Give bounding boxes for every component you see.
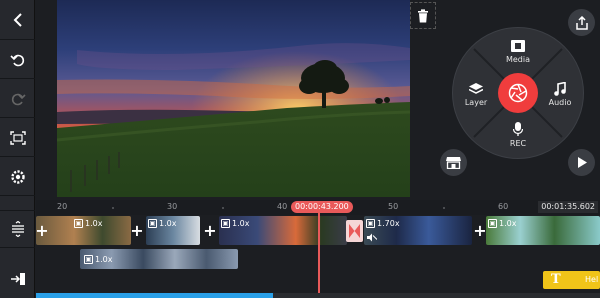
- clip-type-icon: ▣: [488, 218, 497, 228]
- add-transition-button[interactable]: +: [203, 223, 217, 239]
- back-button[interactable]: [0, 0, 35, 40]
- audio-button[interactable]: Audio: [540, 80, 580, 110]
- rec-button[interactable]: REC: [498, 121, 538, 151]
- clip-speed: 1.0x: [499, 218, 517, 228]
- clip-speed: 1.70x: [377, 218, 400, 228]
- clip-speed: 1.0x: [85, 218, 103, 228]
- settings-button[interactable]: [0, 158, 35, 196]
- mute-icon: [367, 233, 377, 242]
- clip-speed: 1.0x: [232, 218, 250, 228]
- clip-speed-badge: ▣ 1.0x: [148, 218, 176, 228]
- clip-speed: 1.0x: [95, 254, 113, 264]
- sunset-landscape-frame: [57, 0, 410, 197]
- clip-type-icon: ▣: [74, 218, 83, 228]
- layer-button[interactable]: Layer: [456, 80, 496, 110]
- clip-speed-badge: ▣ 1.0x: [84, 254, 112, 264]
- microphone-icon: [513, 122, 523, 136]
- undo-icon: [9, 54, 24, 66]
- timeline-scroll-thumb[interactable]: [36, 293, 273, 298]
- rec-label: REC: [509, 139, 527, 148]
- export-exit-button[interactable]: [0, 260, 35, 298]
- redo-icon: [11, 93, 26, 105]
- clip-type-icon: ▣: [221, 218, 230, 228]
- playhead-time: 00:00:43.200: [291, 201, 353, 213]
- video-clip[interactable]: ▣ 1.70x: [364, 216, 472, 245]
- aspect-ratio-icon: [9, 130, 26, 145]
- asset-store-button[interactable]: [440, 149, 467, 176]
- transition-marker[interactable]: [346, 220, 363, 242]
- settings-icon: [10, 169, 25, 184]
- playhead[interactable]: [318, 213, 320, 298]
- audio-label: Audio: [548, 98, 572, 107]
- music-note-icon: [554, 82, 566, 96]
- layer-label: Layer: [464, 98, 488, 107]
- layers-icon: [469, 83, 483, 94]
- trash-icon: [418, 8, 428, 22]
- clip-speed: 1.0x: [159, 218, 177, 228]
- add-transition-button[interactable]: +: [35, 223, 49, 239]
- clip-type-icon: ▣: [148, 218, 157, 228]
- video-clip[interactable]: ▣ 1.0x: [219, 216, 347, 245]
- video-clip[interactable]: ▣ 1.0x: [486, 216, 600, 245]
- clip-speed-badge: ▣ 1.70x: [366, 218, 400, 228]
- clip-speed-badge: ▣ 1.0x: [221, 218, 249, 228]
- back-icon: [13, 12, 22, 27]
- clip-speed-badge: ▣ 1.0x: [488, 218, 516, 228]
- camera-aperture-icon: [508, 83, 528, 103]
- clip-speed-badge: ▣ 1.0x: [74, 218, 102, 228]
- undo-button[interactable]: [0, 41, 35, 79]
- aspect-ratio-button[interactable]: [0, 119, 35, 157]
- timeline-scroll-bar[interactable]: [36, 293, 600, 298]
- video-clip[interactable]: ▣ 1.0x: [36, 216, 131, 245]
- total-duration: 00:01:35.602: [538, 201, 598, 213]
- redo-button[interactable]: [0, 80, 35, 118]
- media-label: Media: [505, 55, 531, 64]
- delete-button[interactable]: [410, 2, 436, 29]
- media-button[interactable]: Media: [498, 36, 538, 66]
- video-preview[interactable]: [57, 0, 410, 197]
- left-toolbar: [0, 0, 35, 298]
- media-icon: [511, 40, 525, 52]
- transition-icon: [349, 224, 360, 238]
- layer-order-button[interactable]: [0, 210, 35, 248]
- export-icon: [10, 273, 25, 285]
- layer-video-clip[interactable]: ▣ 1.0x: [80, 249, 238, 269]
- layer-order-icon: [11, 221, 24, 237]
- text-layer-label: Hel: [585, 275, 599, 284]
- play-button[interactable]: [568, 149, 595, 176]
- store-icon: [446, 157, 461, 169]
- text-layer-clip[interactable]: T Hel: [543, 271, 600, 289]
- clip-type-icon: ▣: [84, 254, 93, 264]
- video-editor: Media Layer Audio REC 20 30 40 50 60 00:…: [0, 0, 600, 298]
- play-icon: [577, 157, 587, 168]
- record-capture-button[interactable]: [498, 73, 538, 113]
- text-layer-icon: T: [551, 272, 561, 287]
- add-transition-button[interactable]: +: [473, 223, 487, 239]
- video-clip[interactable]: ▣ 1.0x: [146, 216, 200, 245]
- clip-type-icon: ▣: [366, 218, 375, 228]
- add-transition-button[interactable]: +: [130, 223, 144, 239]
